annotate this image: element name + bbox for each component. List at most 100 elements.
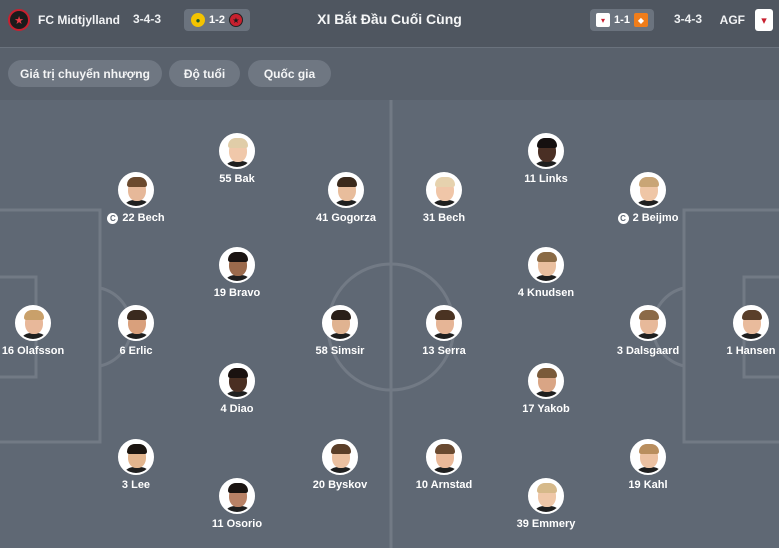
- player-name: 3 Lee: [122, 479, 150, 491]
- player-name-label: 19 Kahl: [628, 479, 668, 491]
- player-avatar: [118, 305, 154, 341]
- player-shirt: [532, 391, 562, 397]
- player-shirt: [532, 506, 562, 512]
- player-card[interactable]: 58 Simsir: [280, 305, 400, 357]
- player-card[interactable]: 4 Knudsen: [486, 247, 606, 299]
- player-name-label: 58 Simsir: [315, 345, 365, 357]
- player-name-label: 13 Serra: [422, 345, 466, 357]
- player-card[interactable]: 17 Yakob: [486, 363, 606, 415]
- player-name: 58 Simsir: [316, 345, 365, 357]
- player-name: 16 Olafsson: [2, 345, 64, 357]
- agf-crest-icon: ▾: [755, 9, 773, 31]
- player-name: 17 Yakob: [522, 403, 570, 415]
- player-name: 20 Byskov: [313, 479, 367, 491]
- player-hair: [639, 177, 659, 187]
- player-name: 10 Arnstad: [416, 479, 472, 491]
- player-shirt: [223, 161, 253, 167]
- player-avatar: [219, 363, 255, 399]
- away-last-result-score: 1-1: [614, 14, 630, 26]
- player-name: 6 Erlic: [119, 345, 152, 357]
- player-shirt: [532, 161, 562, 167]
- home-last-result-score: 1-2: [209, 14, 225, 26]
- player-name: 11 Links: [524, 173, 567, 185]
- player-hair: [337, 177, 357, 187]
- player-hair: [435, 444, 455, 454]
- player-avatar: [528, 363, 564, 399]
- player-hair: [639, 310, 659, 320]
- player-avatar: [15, 305, 51, 341]
- pitch: 16 Olafsson C 22 Bech 6 Erlic 3 Lee 55 Bak 19 …: [0, 100, 779, 548]
- player-name: 41 Gogorza: [316, 212, 376, 224]
- player-card[interactable]: 6 Erlic: [76, 305, 196, 357]
- player-avatar: [426, 172, 462, 208]
- player-name: 1 Hansen: [727, 345, 776, 357]
- player-avatar: [630, 439, 666, 475]
- player-card[interactable]: 19 Kahl: [588, 439, 708, 491]
- player-shirt: [122, 333, 152, 339]
- player-avatar: [322, 439, 358, 475]
- filter-market-value-chip[interactable]: Giá trị chuyển nhượng: [8, 60, 162, 87]
- filter-nationality-chip[interactable]: Quốc gia: [248, 60, 331, 87]
- player-card[interactable]: C2 Beijmo: [588, 172, 708, 224]
- player-name: 19 Bravo: [214, 287, 260, 299]
- lineup-header: ★ FC Midtjylland 3-4-3 ● 1-2 ★ XI Bắt Đầ…: [0, 0, 779, 48]
- player-hair: [228, 483, 248, 493]
- player-name: 4 Knudsen: [518, 287, 574, 299]
- player-avatar: [528, 133, 564, 169]
- player-hair: [24, 310, 44, 320]
- player-name-label: 17 Yakob: [522, 403, 570, 415]
- player-card[interactable]: 20 Byskov: [280, 439, 400, 491]
- player-name: 13 Serra: [422, 345, 465, 357]
- player-avatar: [328, 172, 364, 208]
- player-hair: [639, 444, 659, 454]
- player-name-label: 11 Links: [524, 173, 568, 185]
- home-team[interactable]: ★ FC Midtjylland: [8, 0, 120, 40]
- player-hair: [435, 177, 455, 187]
- player-name-label: 3 Dalsgaard: [616, 345, 680, 357]
- filter-age-chip[interactable]: Độ tuổi: [169, 60, 240, 87]
- player-name-label: 41 Gogorza: [316, 212, 376, 224]
- player-card[interactable]: 4 Diao: [177, 363, 297, 415]
- player-shirt: [122, 467, 152, 473]
- player-shirt: [634, 467, 664, 473]
- captain-badge-icon: C: [617, 212, 629, 224]
- player-hair: [127, 177, 147, 187]
- player-name: 3 Dalsgaard: [617, 345, 679, 357]
- player-shirt: [19, 333, 49, 339]
- player-name: 4 Diao: [220, 403, 253, 415]
- player-name: C2 Beijmo: [617, 212, 678, 224]
- player-name-label: 3 Lee: [121, 479, 151, 491]
- home-last-result[interactable]: ● 1-2 ★: [184, 9, 250, 31]
- player-name-label: 39 Emmery: [516, 518, 576, 530]
- player-name-label: 1 Hansen: [726, 345, 776, 357]
- fc-midtjylland-mini-crest-icon: ★: [228, 13, 243, 27]
- filter-bar: Giá trị chuyển nhượng Độ tuổi Quốc gia: [0, 48, 779, 100]
- player-card[interactable]: 19 Bravo: [177, 247, 297, 299]
- player-shirt: [430, 467, 460, 473]
- player-card[interactable]: 55 Bak: [177, 133, 297, 185]
- away-formation: 3-4-3: [674, 12, 703, 26]
- player-card[interactable]: 11 Osorio: [177, 478, 297, 530]
- player-name-label: 20 Byskov: [312, 479, 368, 491]
- agf-mini-crest-icon: ▾: [596, 13, 611, 27]
- away-team[interactable]: AGF ▾: [720, 0, 773, 40]
- home-formation: 3-4-3: [133, 12, 162, 26]
- away-last-result[interactable]: ▾ 1-1 ◆: [590, 9, 654, 31]
- player-name: 19 Kahl: [628, 479, 667, 491]
- player-card[interactable]: 1 Hansen: [691, 305, 779, 357]
- player-name-label: 11 Osorio: [211, 518, 263, 530]
- player-shirt: [223, 506, 253, 512]
- player-avatar: [322, 305, 358, 341]
- player-card[interactable]: 3 Dalsgaard: [588, 305, 708, 357]
- away-team-name: AGF: [719, 13, 745, 27]
- player-name-label: 19 Bravo: [213, 287, 261, 299]
- player-card[interactable]: 13 Serra: [384, 305, 504, 357]
- player-shirt: [326, 467, 356, 473]
- player-avatar: [426, 439, 462, 475]
- captain-badge-icon: C: [107, 212, 119, 224]
- player-shirt: [430, 200, 460, 206]
- fc-midtjylland-crest-icon: ★: [8, 9, 30, 31]
- home-team-name: FC Midtjylland: [38, 13, 120, 27]
- player-hair: [228, 252, 248, 262]
- player-hair: [228, 138, 248, 148]
